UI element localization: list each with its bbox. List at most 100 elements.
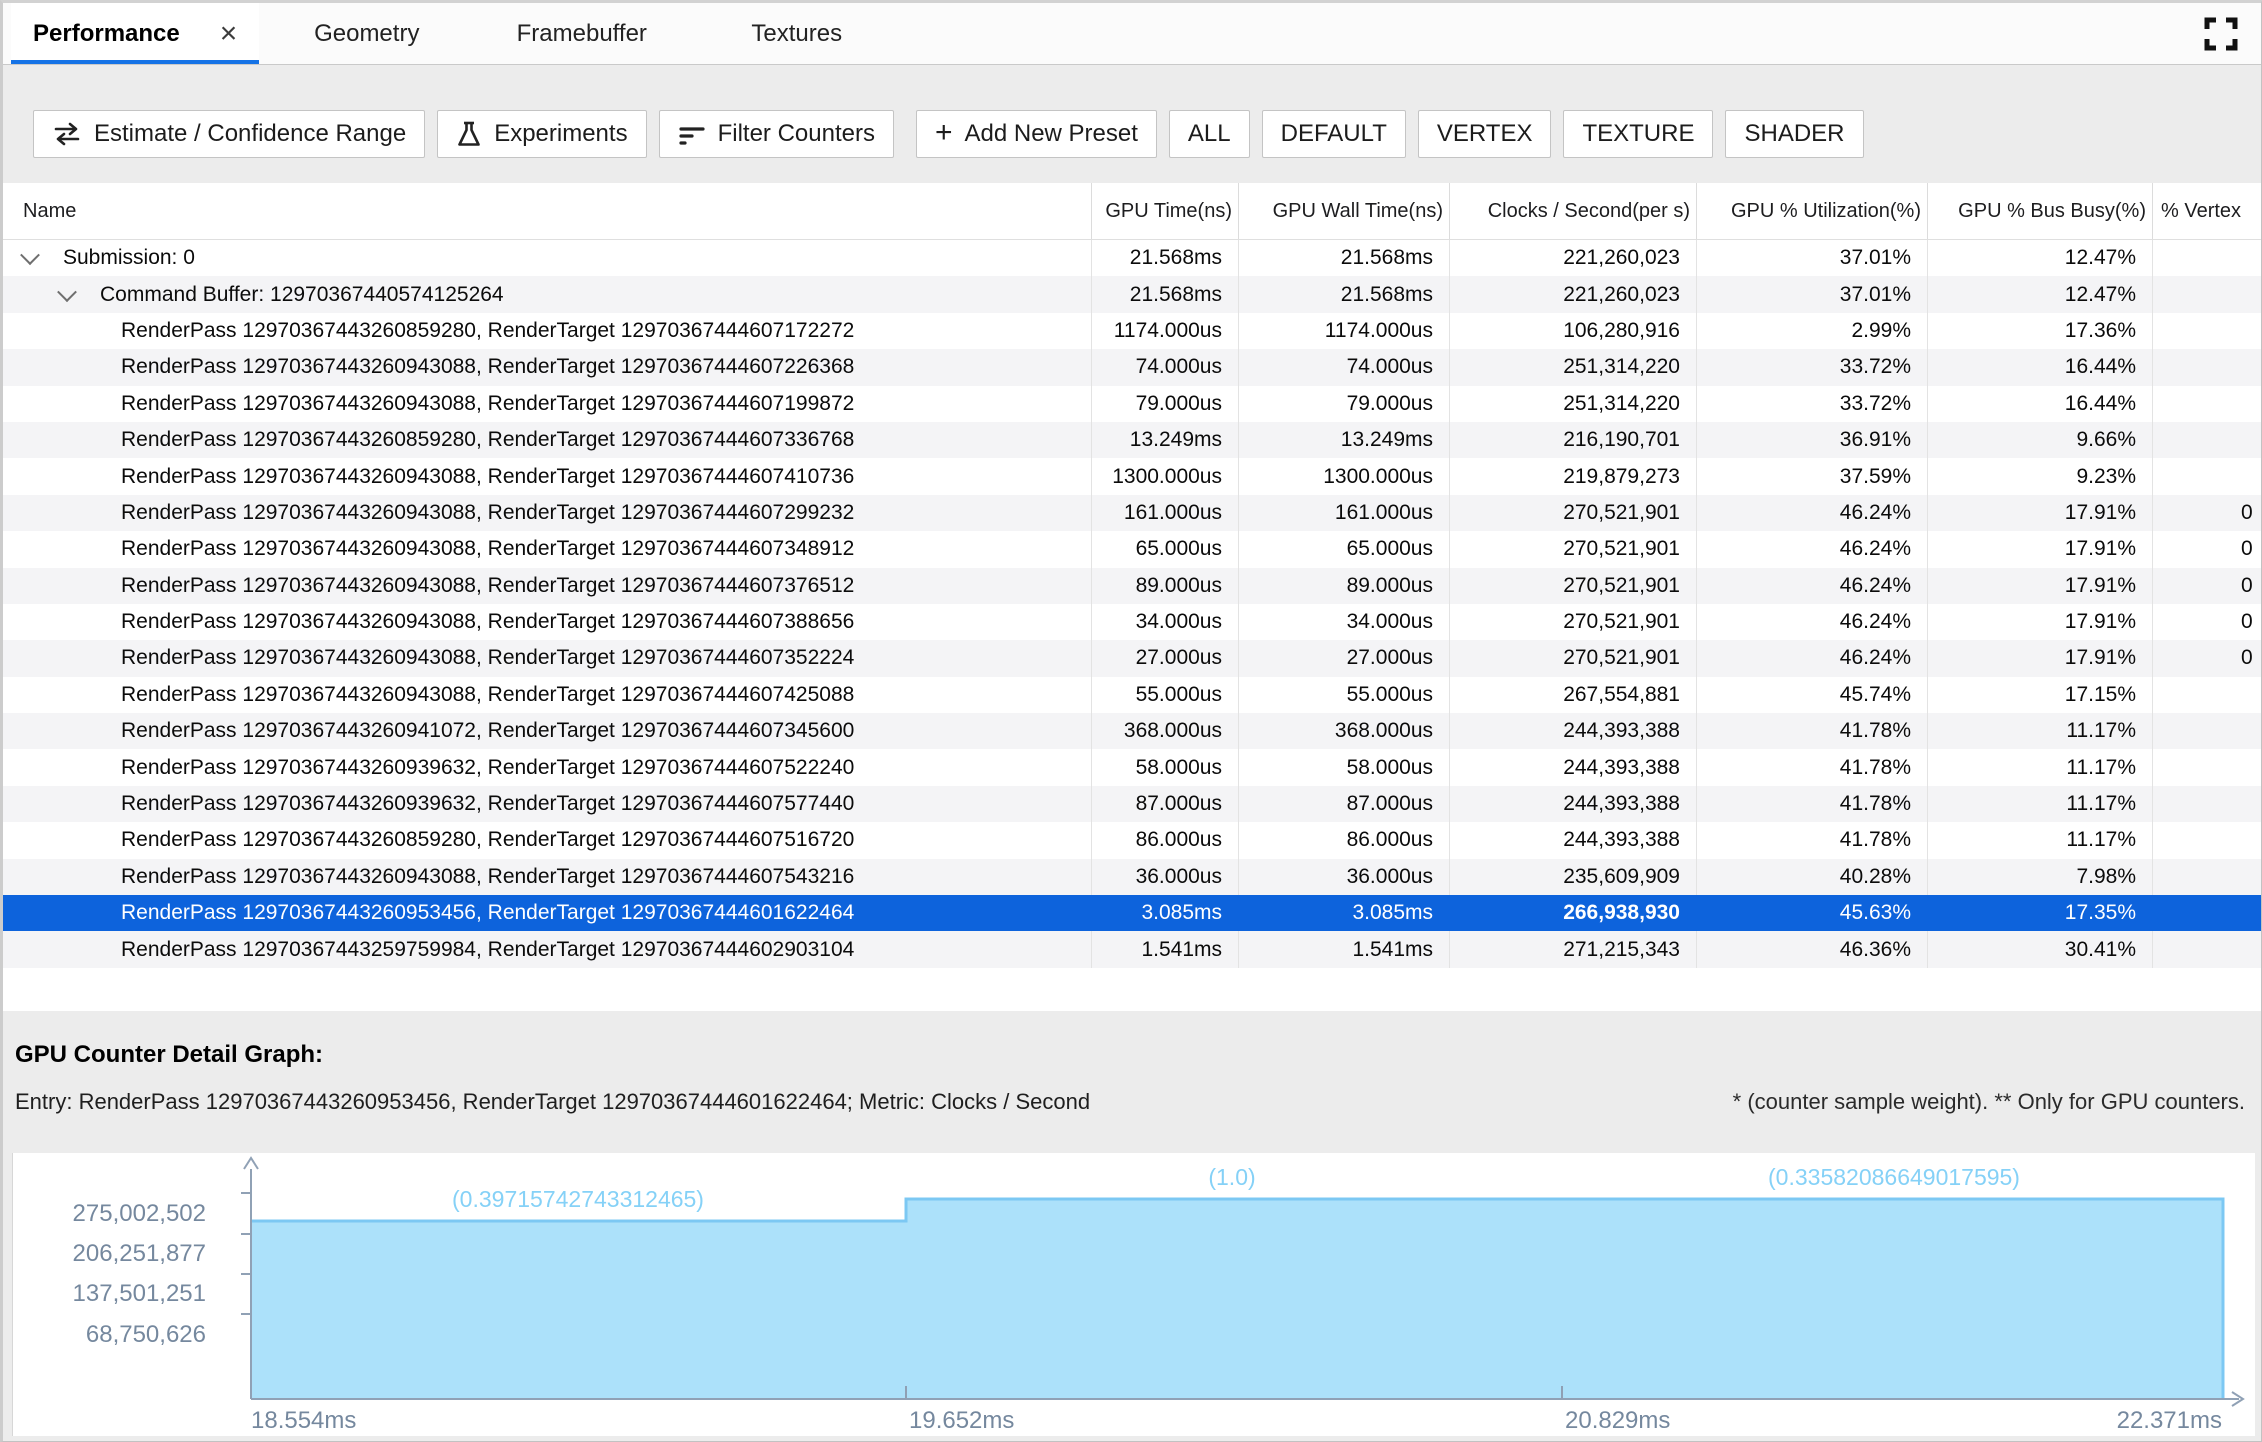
bus-busy-cell: 11.17% bbox=[1928, 749, 2153, 786]
table-row[interactable]: Command Buffer: 12970367440574125264 21.5… bbox=[3, 276, 2261, 313]
table-row[interactable]: RenderPass 12970367443260939632, RenderT… bbox=[3, 749, 2261, 786]
add-new-preset-button[interactable]: + Add New Preset bbox=[915, 110, 1157, 158]
table-row[interactable]: RenderPass 12970367443260859280, RenderT… bbox=[3, 312, 2261, 350]
utilization-cell: 46.24% bbox=[1697, 494, 1928, 532]
utilization-cell: 33.72% bbox=[1697, 385, 1928, 422]
tab-textures[interactable]: Textures bbox=[689, 3, 904, 64]
gpu-wall-time-cell: 27.000us bbox=[1239, 640, 1450, 677]
column-header-gpu-time[interactable]: GPU Time(ns) bbox=[1092, 183, 1239, 239]
utilization-cell: 40.28% bbox=[1697, 858, 1928, 896]
preset-button-default[interactable]: DEFAULT bbox=[1261, 110, 1406, 158]
table-row[interactable]: RenderPass 12970367443260943088, RenderT… bbox=[3, 676, 2261, 714]
tab-framebuffer[interactable]: Framebuffer bbox=[474, 3, 689, 64]
gpu-time-cell: 161.000us bbox=[1092, 494, 1239, 532]
table-row[interactable]: RenderPass 12970367443260939632, RenderT… bbox=[3, 785, 2261, 823]
filter-counters-button[interactable]: Filter Counters bbox=[658, 110, 894, 158]
tab-geometry[interactable]: Geometry bbox=[259, 3, 474, 64]
bus-busy-cell: 9.66% bbox=[1928, 421, 2153, 459]
vertex-cell bbox=[2153, 749, 2261, 785]
table-row[interactable]: RenderPass 12970367443259759984, RenderT… bbox=[3, 931, 2261, 968]
gpu-wall-time-cell: 21.568ms bbox=[1239, 276, 1450, 313]
vertex-cell bbox=[2153, 786, 2261, 822]
preset-button-vertex[interactable]: VERTEX bbox=[1417, 110, 1552, 158]
table-row[interactable]: RenderPass 12970367443260943088, RenderT… bbox=[3, 531, 2261, 568]
row-name-text: RenderPass 12970367443260943088, RenderT… bbox=[121, 500, 855, 524]
table-row[interactable]: RenderPass 12970367443260943088, RenderT… bbox=[3, 385, 2261, 422]
close-tab-icon[interactable]: × bbox=[220, 18, 238, 49]
gpu-wall-time-cell: 161.000us bbox=[1239, 494, 1450, 532]
utilization-cell: 41.78% bbox=[1697, 785, 1928, 823]
preset-button-all[interactable]: ALL bbox=[1168, 110, 1250, 158]
utilization-cell: 46.24% bbox=[1697, 567, 1928, 604]
toolbar: Estimate / Confidence Range Experiments … bbox=[33, 110, 2261, 158]
table-row[interactable]: RenderPass 12970367443260943088, RenderT… bbox=[3, 458, 2261, 495]
gpu-wall-time-cell: 3.085ms bbox=[1352, 901, 1433, 925]
row-name-cell: RenderPass 12970367443260941072, RenderT… bbox=[3, 713, 1092, 750]
preset-button-shader[interactable]: SHADER bbox=[1725, 110, 1864, 158]
table-row[interactable]: RenderPass 12970367443260859280, RenderT… bbox=[3, 822, 2261, 859]
table-row[interactable]: RenderPass 12970367443260943088, RenderT… bbox=[3, 603, 2261, 641]
fullscreen-icon[interactable] bbox=[2203, 16, 2239, 52]
table-row[interactable]: RenderPass 12970367443260941072, RenderT… bbox=[3, 713, 2261, 750]
chevron-down-icon[interactable] bbox=[57, 281, 77, 302]
swap-arrows-icon bbox=[52, 121, 82, 147]
table-row[interactable]: RenderPass 12970367443260943088, RenderT… bbox=[3, 567, 2261, 604]
experiments-button[interactable]: Experiments bbox=[437, 110, 647, 158]
gpu-wall-time-cell: 34.000us bbox=[1239, 603, 1450, 641]
gpu-time-cell: 3.085ms bbox=[1141, 901, 1222, 925]
gpu-wall-time-cell: 79.000us bbox=[1239, 385, 1450, 422]
gpu-time-cell: 1300.000us bbox=[1092, 458, 1239, 495]
vertex-cell bbox=[2153, 240, 2261, 276]
gpu-wall-time-cell: 89.000us bbox=[1239, 567, 1450, 604]
column-header-bus-busy[interactable]: GPU % Bus Busy(%) bbox=[1928, 183, 2153, 239]
column-header-gpu-wall-time[interactable]: GPU Wall Time(ns) bbox=[1239, 183, 1450, 239]
row-name-cell: RenderPass 12970367443260953456, RenderT… bbox=[3, 895, 1092, 931]
column-header-utilization[interactable]: GPU % Utilization(%) bbox=[1697, 183, 1928, 239]
gpu-time-cell: 21.568ms bbox=[1092, 276, 1239, 313]
bus-busy-cell: 12.47% bbox=[1928, 240, 2153, 277]
row-name-cell: RenderPass 12970367443260939632, RenderT… bbox=[3, 749, 1092, 786]
gpu-time-cell: 1174.000us bbox=[1092, 312, 1239, 350]
table-header-row: Name GPU Time(ns) GPU Wall Time(ns) Cloc… bbox=[3, 183, 2261, 240]
table-body: Submission: 0 21.568ms 21.568ms 221,260,023… bbox=[3, 240, 2261, 1011]
row-name-cell: RenderPass 12970367443260943088, RenderT… bbox=[3, 640, 1092, 677]
column-header-name[interactable]: Name bbox=[3, 183, 1092, 239]
table-row[interactable]: RenderPass 12970367443260943088, RenderT… bbox=[3, 640, 2261, 677]
detail-graph-title: GPU Counter Detail Graph: bbox=[15, 1041, 324, 1068]
bus-busy-cell: 11.17% bbox=[1928, 713, 2153, 750]
gpu-time-cell: 21.568ms bbox=[1092, 240, 1239, 277]
table-row[interactable]: Submission: 0 21.568ms 21.568ms 221,260,023… bbox=[3, 240, 2261, 277]
button-label: Experiments bbox=[494, 120, 628, 147]
utilization-cell: 46.36% bbox=[1697, 931, 1928, 968]
gpu-wall-time-cell: 55.000us bbox=[1239, 676, 1450, 714]
bus-busy-cell: 17.91% bbox=[1928, 640, 2153, 677]
chevron-down-icon[interactable] bbox=[20, 245, 40, 266]
row-name-text: Command Buffer: 12970367440574125264 bbox=[100, 282, 504, 306]
y-tick-label: 137,501,251 bbox=[72, 1280, 206, 1307]
table-row[interactable]: RenderPass 12970367443260859280, RenderT… bbox=[3, 421, 2261, 459]
estimate-confidence-button[interactable]: Estimate / Confidence Range bbox=[33, 110, 426, 158]
column-header-vertex[interactable]: % Vertex bbox=[2153, 183, 2261, 239]
sample-weight-annotation: (0.33582086649017595) bbox=[1768, 1164, 2020, 1190]
gpu-wall-time-cell: 13.249ms bbox=[1239, 421, 1450, 459]
row-name-text: Submission: 0 bbox=[63, 246, 195, 270]
row-name-text: RenderPass 12970367443260943088, RenderT… bbox=[121, 573, 855, 597]
vertex-cell bbox=[2153, 713, 2261, 749]
gpu-wall-time-cell: 87.000us bbox=[1239, 785, 1450, 823]
table-row[interactable]: RenderPass 12970367443260943088, RenderT… bbox=[3, 494, 2261, 532]
table-row[interactable]: RenderPass 12970367443260953456, RenderT… bbox=[3, 895, 2261, 932]
gpu-counter-detail-section: GPU Counter Detail Graph: Entry: RenderP… bbox=[3, 1011, 2261, 1441]
vertex-cell: 0 bbox=[2241, 573, 2253, 597]
counter-chart[interactable]: 275,002,502 206,251,877 137,501,251 68,7… bbox=[12, 1153, 2255, 1436]
vertex-cell bbox=[2153, 931, 2261, 967]
clocks-cell: 216,190,701 bbox=[1450, 421, 1697, 459]
flask-icon bbox=[456, 120, 482, 148]
table-row[interactable]: RenderPass 12970367443260943088, RenderT… bbox=[3, 858, 2261, 896]
tab-performance[interactable]: Performance × bbox=[11, 3, 260, 64]
gpu-time-cell: 36.000us bbox=[1092, 858, 1239, 896]
preset-button-texture[interactable]: TEXTURE bbox=[1563, 110, 1714, 158]
utilization-cell: 41.78% bbox=[1697, 822, 1928, 859]
row-name-text: RenderPass 12970367443260943088, RenderT… bbox=[121, 682, 855, 706]
table-row[interactable]: RenderPass 12970367443260943088, RenderT… bbox=[3, 349, 2261, 386]
column-header-clocks[interactable]: Clocks / Second(per s) bbox=[1450, 183, 1697, 239]
